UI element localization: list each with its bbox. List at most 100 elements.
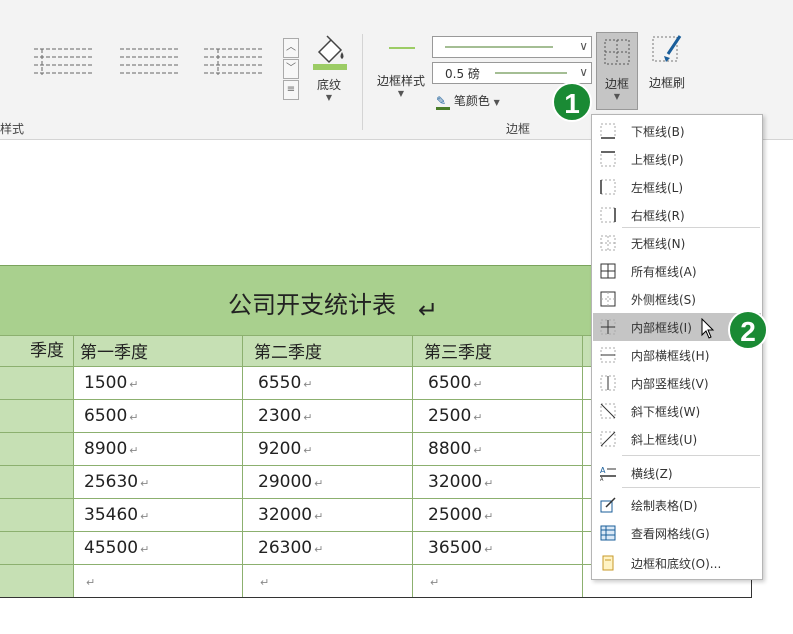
table-cell[interactable]: 25000 ↵ (428, 499, 493, 531)
scroll-down-icon[interactable]: ﹀ (283, 59, 299, 79)
menu-item-label: 斜下框线(W) (631, 405, 701, 419)
menu-item-label: 绘制表格(D) (631, 499, 698, 513)
chevron-down-icon: ▼ (397, 89, 405, 98)
table-cell[interactable]: 36500 ↵ (428, 532, 493, 564)
table-cell[interactable]: 2500 ↵ (428, 400, 482, 432)
menu-item-diagonal-down-border[interactable]: 斜下框线(W) (593, 397, 761, 425)
cell-value: 32000 (428, 472, 483, 492)
table-cell[interactable]: 45500 ↵ (84, 532, 149, 564)
menu-item-label: 上框线(P) (631, 153, 684, 167)
table-cell[interactable]: 32000 ↵ (258, 499, 323, 531)
table-style-thumbnail-1[interactable] (32, 45, 94, 79)
table-cell[interactable]: 32000 ↵ (428, 466, 493, 498)
cell-value: 29000 (258, 472, 313, 492)
table-cell[interactable]: ↵ (428, 565, 439, 597)
menu-item-outside-borders[interactable]: 外侧框线(S) (593, 285, 761, 313)
shading-button[interactable]: 底纹 ▼ (307, 34, 351, 104)
gallery-more-icon[interactable]: ≡ (283, 80, 299, 100)
no-border-icon (600, 235, 616, 251)
top-border-icon (600, 151, 616, 167)
left-border-icon (600, 179, 616, 195)
menu-item-bottom-border[interactable]: 下框线(B) (593, 117, 761, 145)
view-gridlines-icon (600, 525, 616, 541)
paragraph-mark: ↵ (140, 510, 150, 523)
menu-item-left-border[interactable]: 左框线(L) (593, 173, 761, 201)
line-style-select[interactable]: ∨ (432, 36, 592, 58)
column-header-q3: 第三季度 (424, 343, 492, 363)
paragraph-mark: ↵ (260, 576, 270, 589)
paragraph-mark: ↵ (140, 477, 150, 490)
table-cell[interactable]: 6500 ↵ (84, 400, 138, 432)
menu-item-label: 斜上框线(U) (631, 433, 698, 447)
menu-item-label: 左框线(L) (631, 181, 684, 195)
column-divider (242, 335, 243, 597)
menu-item-label: 外侧框线(S) (631, 293, 696, 307)
line-weight-select[interactable]: 0.5 磅 ∨ (432, 62, 592, 84)
table-cell[interactable]: 2300 ↵ (258, 400, 312, 432)
shading-label: 底纹 (316, 78, 341, 92)
svg-text:A: A (600, 477, 604, 481)
table-cell[interactable]: 25630 ↵ (84, 466, 149, 498)
table-cell[interactable]: 29000 ↵ (258, 466, 323, 498)
paragraph-mark: ↵ (314, 543, 324, 556)
column-header-q1: 第一季度 (80, 343, 148, 363)
table-style-thumbnail-3[interactable] (202, 45, 264, 79)
diagonal-up-border-icon (600, 431, 616, 447)
table-cell[interactable]: 35460 ↵ (84, 499, 149, 531)
border-painter-button[interactable]: 边框刷 (642, 34, 692, 104)
menu-item-horizontal-line[interactable]: A A 横线(Z) (593, 459, 761, 487)
pen-color-button[interactable]: ✎ 笔颜色 ▼ (436, 92, 500, 110)
menu-separator (622, 487, 760, 488)
table-cell[interactable]: 9200 ↵ (258, 433, 312, 465)
first-column (0, 367, 73, 597)
table-cell[interactable]: 8900 ↵ (84, 433, 138, 465)
table-style-thumbnail-2[interactable] (118, 45, 180, 79)
menu-item-all-borders[interactable]: 所有框线(A) (593, 257, 761, 285)
table-cell[interactable]: 8800 ↵ (428, 433, 482, 465)
table-cell[interactable]: 6550 ↵ (258, 367, 312, 399)
cell-value: 6500 (428, 373, 472, 393)
cell-value: 6550 (258, 373, 302, 393)
paragraph-mark: ↵ (129, 411, 139, 424)
paragraph-mark: ↵ (314, 477, 324, 490)
style-gallery-scroll[interactable]: ︿ ﹀ ≡ (283, 38, 299, 102)
menu-item-inside-vertical-border[interactable]: 内部竖框线(V) (593, 369, 761, 397)
table-cell[interactable]: ↵ (258, 565, 269, 597)
table-cell[interactable]: 6500 ↵ (428, 367, 482, 399)
paragraph-mark: ↵ (303, 411, 313, 424)
menu-item-diagonal-up-border[interactable]: 斜上框线(U) (593, 425, 761, 453)
paragraph-mark: ↵ (473, 378, 483, 391)
borders-shading-icon (600, 555, 616, 571)
menu-item-draw-table[interactable]: 绘制表格(D) (593, 491, 761, 519)
menu-item-right-border[interactable]: 右框线(R) (593, 201, 761, 229)
inside-borders-icon (600, 319, 616, 335)
table-cell[interactable]: ↵ (84, 565, 95, 597)
table-cell[interactable]: 1500 ↵ (84, 367, 138, 399)
paragraph-mark: ↵ (473, 411, 483, 424)
menu-item-label: 横线(Z) (631, 467, 673, 481)
border-styles-button[interactable]: 边框样式 ▼ (370, 34, 432, 104)
table-cell[interactable]: 26300 ↵ (258, 532, 323, 564)
paragraph-mark: ↵ (303, 444, 313, 457)
paragraph-mark: ↵ (129, 378, 139, 391)
table-bottom-border (0, 597, 752, 598)
cell-value: 32000 (258, 505, 313, 525)
borders-button[interactable]: 边框 ▼ (596, 32, 638, 110)
menu-separator (622, 455, 760, 456)
paragraph-mark: ↵ (484, 477, 494, 490)
scroll-up-icon[interactable]: ︿ (283, 38, 299, 58)
menu-item-no-border[interactable]: 无框线(N) (593, 229, 761, 257)
chevron-down-icon: ∨ (579, 39, 588, 53)
menu-item-view-gridlines[interactable]: 查看网格线(G) (593, 519, 761, 547)
paragraph-mark: ↵ (303, 378, 313, 391)
group-divider (362, 34, 363, 130)
cell-value: 6500 (84, 406, 128, 426)
column-header-q2: 第二季度 (254, 343, 322, 363)
paragraph-mark: ↵ (129, 444, 139, 457)
pen-icon: ✎ (436, 95, 450, 110)
menu-item-top-border[interactable]: 上框线(P) (593, 145, 761, 173)
menu-item-borders-shading[interactable]: 边框和底纹(O)... (593, 549, 761, 577)
cell-value: 9200 (258, 439, 302, 459)
row-header-label: 季度 (30, 341, 64, 361)
diagonal-down-border-icon (600, 403, 616, 419)
